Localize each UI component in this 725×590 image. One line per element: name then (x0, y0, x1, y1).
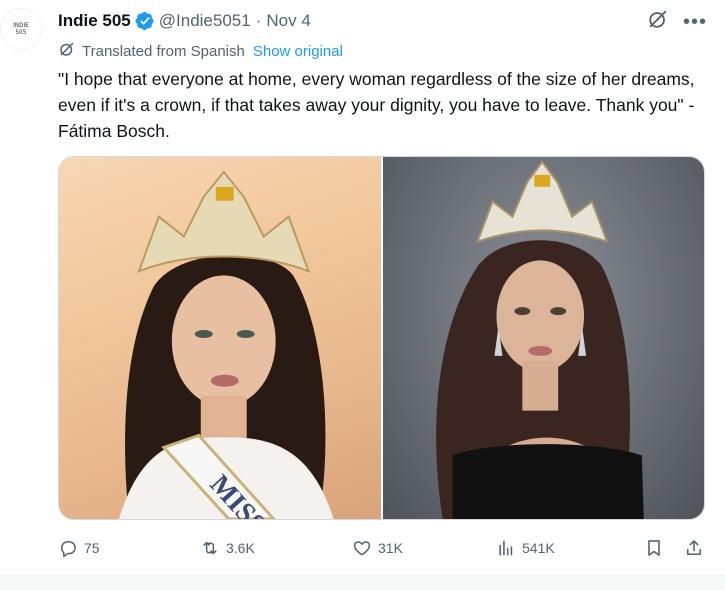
tweet-card[interactable]: INDIE 505 Indie 505 @Indie5051 · Nov 4 •… (0, 0, 725, 575)
verified-badge-icon[interactable] (135, 11, 155, 31)
reply-count: 75 (84, 540, 100, 556)
tweet-date[interactable]: Nov 4 (266, 11, 310, 31)
views-icon (499, 540, 513, 556)
user-handle[interactable]: @Indie5051 (159, 11, 251, 31)
avatar[interactable]: INDIE 505 (0, 8, 42, 50)
share-button[interactable] (684, 538, 704, 558)
grok-icon[interactable] (647, 8, 669, 35)
tweet-header: Indie 505 @Indie5051 · Nov 4 (58, 8, 311, 34)
photo-left[interactable]: MISS (59, 157, 381, 519)
repost-icon (203, 541, 217, 555)
translation-label: Translated from Spanish (82, 42, 245, 60)
like-button[interactable]: 31K (352, 538, 403, 558)
tweet-text: "I hope that everyone at home, every wom… (58, 69, 695, 141)
more-icon[interactable]: ••• (683, 12, 707, 32)
repost-count: 3.6K (226, 540, 255, 556)
bookmark-icon (648, 540, 660, 556)
bookmark-button[interactable] (644, 538, 664, 558)
feed-divider (0, 575, 725, 590)
like-count: 31K (378, 540, 403, 556)
share-icon (686, 540, 702, 556)
translation-bar: Translated from Spanish Show original (58, 40, 343, 62)
avatar-text-line1: INDIE (13, 22, 29, 29)
photo-right[interactable] (382, 157, 704, 519)
display-name[interactable]: Indie 505 (58, 11, 131, 31)
photo-left-illustration: MISS (118, 170, 334, 519)
action-bar: 75 3.6K 31K 541K (58, 534, 708, 564)
reply-button[interactable]: 75 (58, 538, 100, 558)
translate-icon (58, 40, 76, 62)
reply-icon (61, 541, 76, 558)
repost-button[interactable]: 3.6K (200, 538, 255, 558)
photo-right-illustration (435, 160, 644, 519)
media-grid: MISS (58, 156, 705, 520)
views-count: 541K (522, 540, 555, 556)
show-original-link[interactable]: Show original (253, 43, 343, 60)
avatar-text-line2: 505 (15, 29, 27, 36)
like-icon (353, 541, 371, 556)
header-separator: · (255, 11, 262, 30)
views-button[interactable]: 541K (496, 538, 555, 558)
top-actions: ••• (647, 8, 707, 35)
